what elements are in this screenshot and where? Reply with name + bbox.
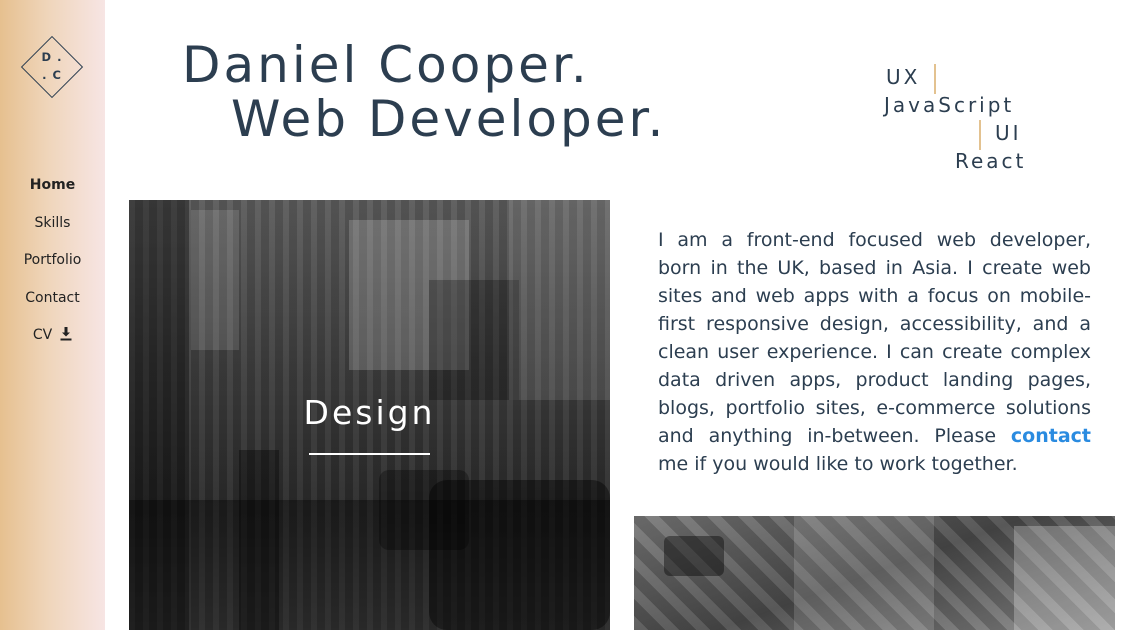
title-role: Web Developer. [231, 90, 667, 148]
skill-react: React [955, 149, 1027, 173]
cursor-bar [979, 120, 981, 150]
sidebar: D . . C Home Skills Portfolio Contact CV [0, 0, 105, 630]
contact-link[interactable]: contact [1011, 425, 1091, 447]
page-title: Daniel Cooper. Web Developer. [182, 38, 666, 146]
portfolio-photo-aerial[interactable] [634, 516, 1115, 630]
nav-item-portfolio[interactable]: Portfolio [0, 245, 105, 283]
nav-item-skills[interactable]: Skills [0, 208, 105, 246]
logo-line-1: D . [41, 50, 63, 64]
bio-text-before: I am a front-end focused web developer, … [658, 229, 1091, 447]
title-name: Daniel Cooper. [182, 36, 590, 94]
skill-ux: UX [886, 65, 921, 89]
cursor-bar [934, 64, 936, 94]
nav-item-cv-label: CV [32, 327, 53, 343]
nav-item-contact[interactable]: Contact [0, 283, 105, 321]
design-underline [309, 453, 430, 455]
skill-javascript: JavaScript [884, 93, 1015, 117]
logo[interactable]: D . . C [20, 35, 84, 99]
bio-paragraph: I am a front-end focused web developer, … [658, 226, 1091, 478]
bio-text-after: me if you would like to work together. [658, 453, 1018, 475]
logo-text: D . . C [22, 48, 82, 84]
nav-item-cv[interactable]: CV [0, 320, 105, 358]
main-nav: Home Skills Portfolio Contact CV [0, 170, 105, 358]
download-icon [60, 327, 72, 341]
skill-ui: UI [995, 121, 1022, 145]
design-label: Design [303, 393, 436, 432]
logo-line-2: . C [42, 68, 62, 82]
nav-item-home[interactable]: Home [0, 170, 105, 208]
design-photo[interactable]: Design [129, 200, 610, 630]
